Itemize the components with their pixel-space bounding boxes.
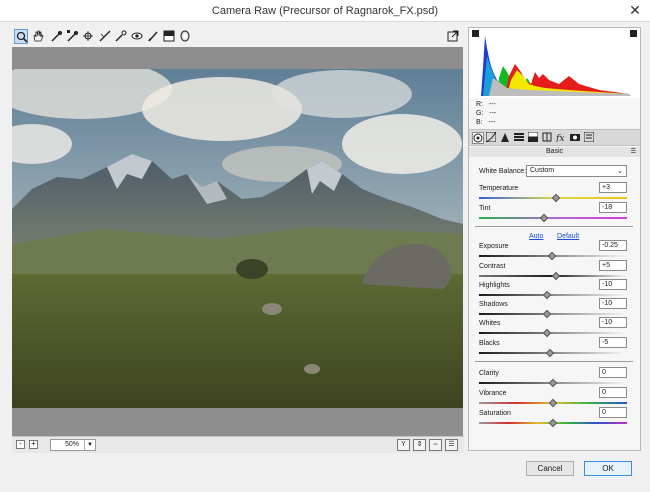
temperature-label: Temperature [479, 185, 519, 192]
highlights-label: Highlights [479, 282, 510, 289]
zoom-in-button[interactable]: + [29, 440, 38, 449]
panel-tabs: fx [469, 129, 640, 146]
exposure-slider-thumb[interactable] [547, 251, 556, 261]
highlights-input[interactable]: -10 [599, 279, 627, 290]
divider [475, 361, 633, 362]
white-balance-value: Custom [530, 167, 555, 174]
tint-slider-track[interactable] [479, 217, 627, 219]
blacks-input[interactable]: -5 [599, 337, 627, 348]
clarity-label: Clarity [479, 370, 499, 377]
zoom-level-value: 50% [65, 441, 80, 448]
shadows-input[interactable]: -10 [599, 298, 627, 309]
shadows-slider-thumb[interactable] [542, 309, 552, 319]
adjustments-panel: R: --- G: --- B: --- fx Basic ☰ White Ba… [468, 27, 641, 451]
shadows-label: Shadows [479, 301, 508, 308]
section-title: Basic [545, 148, 564, 155]
temperature-input[interactable]: +3 [599, 182, 627, 193]
vibrance-label: Vibrance [479, 390, 507, 397]
whites-slider-track[interactable] [479, 332, 627, 334]
r-value: --- [488, 101, 496, 108]
tool-bar [12, 27, 464, 47]
zoom-level-select[interactable]: 50% ▼ [50, 439, 96, 451]
canvas-margin-bottom [12, 408, 463, 436]
whites-label: Whites [479, 320, 501, 327]
hsl-tab-icon[interactable] [514, 132, 526, 144]
hand-tool-icon[interactable] [31, 29, 45, 44]
saturation-input[interactable]: 0 [599, 407, 627, 418]
auto-link[interactable]: Auto [529, 233, 543, 240]
split-toning-tab-icon[interactable] [527, 131, 540, 144]
window-title: Camera Raw (Precursor of Ragnarok_FX.psd… [211, 5, 439, 17]
contrast-slider-thumb[interactable] [551, 271, 561, 281]
ok-button[interactable]: OK [584, 461, 632, 476]
contrast-input[interactable]: +5 [599, 260, 627, 271]
cancel-button[interactable]: Cancel [526, 461, 574, 476]
white-balance-label: White Balance: [479, 168, 527, 175]
adjustment-brush-icon[interactable] [146, 29, 160, 44]
clarity-input[interactable]: 0 [599, 367, 627, 378]
g-label: G: [476, 110, 484, 117]
panel-menu-icon[interactable]: ☰ [631, 147, 636, 157]
clarity-slider-thumb[interactable] [548, 378, 558, 388]
blacks-label: Blacks [479, 340, 500, 347]
chevron-down-icon: ⌄ [617, 168, 623, 175]
panel-section-header: Basic ☰ [469, 147, 640, 157]
tone-curve-tab-icon[interactable] [485, 131, 498, 144]
svg-text:fx: fx [556, 134, 564, 142]
white-balance-select[interactable]: Custom ⌄ [526, 165, 627, 177]
whites-slider-thumb[interactable] [542, 328, 552, 338]
b-label: B: [476, 119, 483, 126]
effects-tab-icon[interactable]: fx [555, 132, 568, 144]
view-toggle-button[interactable]: Y [397, 439, 410, 451]
spot-removal-tool-icon[interactable] [114, 29, 128, 44]
red-eye-removal-tool-icon[interactable] [130, 29, 144, 44]
exposure-input[interactable]: -0.25 [599, 240, 627, 251]
vibrance-slider-thumb[interactable] [548, 398, 558, 408]
temperature-slider-thumb[interactable] [551, 193, 561, 203]
saturation-label: Saturation [479, 410, 511, 417]
title-bar: Camera Raw (Precursor of Ragnarok_FX.psd… [0, 0, 650, 22]
basic-tab-icon[interactable] [472, 132, 484, 144]
zoom-out-button[interactable]: - [16, 440, 25, 449]
color-sampler-tool-icon[interactable] [66, 29, 80, 44]
swap-settings-button[interactable]: ⇔ [429, 439, 442, 451]
lens-corrections-tab-icon[interactable] [542, 132, 554, 144]
shadows-slider-track[interactable] [479, 313, 627, 315]
vibrance-input[interactable]: 0 [599, 387, 627, 398]
saturation-slider-thumb[interactable] [548, 418, 558, 428]
histogram [469, 28, 640, 98]
highlights-slider-thumb[interactable] [542, 290, 552, 300]
targeted-adjustment-tool-icon[interactable] [82, 29, 96, 44]
preview-image[interactable] [12, 69, 463, 408]
r-label: R: [476, 101, 483, 108]
detail-tab-icon[interactable] [500, 132, 512, 144]
exposure-label: Exposure [479, 243, 509, 250]
close-button[interactable]: ✕ [626, 2, 644, 19]
zoom-tool-icon[interactable] [14, 29, 28, 44]
default-link[interactable]: Default [557, 233, 579, 240]
contrast-label: Contrast [479, 263, 506, 270]
status-bar: - + 50% ▼ Y ⇕ ⇔ ☰ [12, 436, 464, 453]
straighten-tool-icon[interactable] [98, 29, 112, 44]
blacks-slider-thumb[interactable] [545, 348, 555, 358]
tint-input[interactable]: -18 [599, 202, 627, 213]
tint-slider-thumb[interactable] [539, 213, 549, 223]
before-after-button[interactable]: ⇕ [413, 439, 426, 451]
settings-menu-button[interactable]: ☰ [445, 439, 458, 451]
graduated-filter-icon[interactable] [162, 29, 176, 44]
rgb-readout: R: --- G: --- B: --- [476, 100, 496, 127]
white-balance-tool-icon[interactable] [50, 29, 64, 44]
preferences-icon[interactable] [446, 29, 460, 44]
highlights-slider-track[interactable] [479, 294, 627, 296]
radial-filter-icon[interactable] [178, 29, 192, 44]
chevron-down-icon: ▼ [84, 440, 95, 450]
canvas-margin-top [12, 47, 463, 69]
b-value: --- [488, 119, 496, 126]
divider [475, 226, 633, 227]
camera-calibration-tab-icon[interactable] [570, 132, 582, 144]
whites-input[interactable]: -10 [599, 317, 627, 328]
g-value: --- [489, 110, 497, 117]
tint-label: Tint [479, 205, 491, 212]
presets-tab-icon[interactable] [583, 131, 596, 144]
